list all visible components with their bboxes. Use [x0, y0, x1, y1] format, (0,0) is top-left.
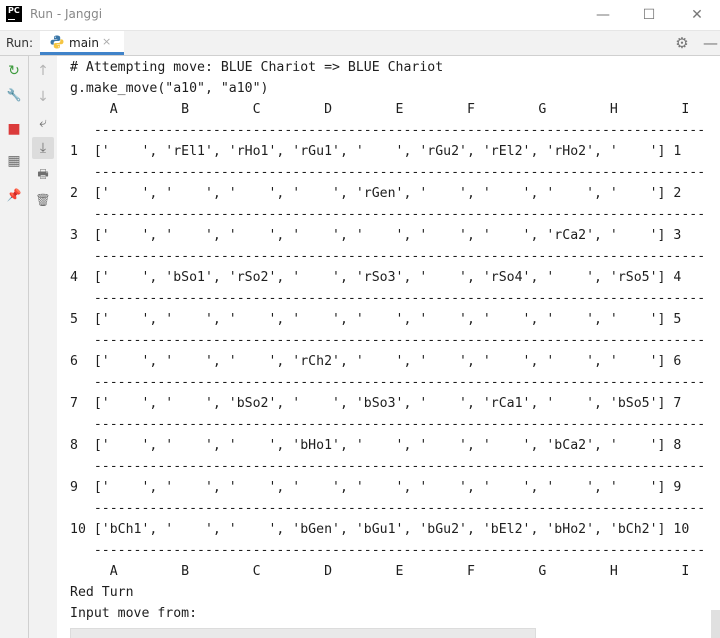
console-line: # Attempting move: BLUE Chariot => BLUE … — [70, 60, 444, 75]
console-input[interactable] — [70, 628, 536, 638]
run-tab-bar: Run: main × ⚙ — — [0, 31, 720, 56]
run-toolbar-secondary: ↑ ↓ ⤶ ⤓ 🖶 🗑 — [29, 56, 57, 638]
console-line: 8 [' ', ' ', ' ', 'bHo1', ' ', ' ', ' ',… — [70, 438, 682, 453]
console-scrollbar[interactable] — [711, 610, 720, 638]
console-line: 9 [' ', ' ', ' ', ' ', ' ', ' ', ' ', ' … — [70, 480, 682, 495]
window-title: Run - Janggi — [30, 7, 103, 21]
console-line: ----------------------------------------… — [70, 333, 706, 348]
settings-gear-icon[interactable]: ⚙ — [673, 34, 691, 52]
stop-icon[interactable]: ■ — [3, 118, 25, 140]
title-bar: PC Run - Janggi — ☐ ✕ — [0, 0, 720, 31]
down-arrow-icon[interactable]: ↓ — [32, 86, 54, 108]
console-line: 7 [' ', ' ', 'bSo2', ' ', 'bSo3', ' ', '… — [70, 396, 682, 411]
console-line: ----------------------------------------… — [70, 375, 706, 390]
console-line: 5 [' ', ' ', ' ', ' ', ' ', ' ', ' ', ' … — [70, 312, 682, 327]
console-text: # Attempting move: BLUE Chariot => BLUE … — [70, 57, 705, 624]
up-arrow-icon[interactable]: ↑ — [32, 60, 54, 82]
console-line: ----------------------------------------… — [70, 123, 706, 138]
console-line: ----------------------------------------… — [70, 501, 706, 516]
run-label: Run: — [6, 36, 34, 50]
console-line: Input move from: — [70, 606, 198, 621]
console-line: 2 [' ', ' ', ' ', ' ', 'rGen', ' ', ' ',… — [70, 186, 682, 201]
trash-icon[interactable]: 🗑 — [32, 189, 54, 211]
layout-icon[interactable]: ▦ — [3, 150, 25, 172]
maximize-button[interactable]: ☐ — [634, 4, 664, 26]
run-toolbar-primary: ↻ 🔧 ■ ▦ 📌 — [0, 56, 29, 638]
tab-main[interactable]: main × — [40, 31, 124, 55]
console-output[interactable]: # Attempting move: BLUE Chariot => BLUE … — [58, 56, 710, 638]
pin-icon[interactable]: 📌 — [3, 184, 25, 206]
minimize-button[interactable]: — — [588, 4, 618, 26]
console-line: 3 [' ', ' ', ' ', ' ', ' ', ' ', ' ', 'r… — [70, 228, 682, 243]
tab-close-icon[interactable]: × — [102, 35, 111, 48]
console-line: 4 [' ', 'bSo1', 'rSo2', ' ', 'rSo3', ' '… — [70, 270, 682, 285]
console-line: ----------------------------------------… — [70, 249, 706, 264]
console-line: ----------------------------------------… — [70, 417, 706, 432]
console-line: ----------------------------------------… — [70, 459, 706, 474]
tab-main-label: main — [69, 36, 99, 50]
print-icon[interactable]: 🖶 — [32, 163, 54, 185]
wrench-icon[interactable]: 🔧 — [3, 84, 25, 106]
console-line: ----------------------------------------… — [70, 207, 706, 222]
console-line: 6 [' ', ' ', ' ', 'rCh2', ' ', ' ', ' ',… — [70, 354, 682, 369]
console-line: ----------------------------------------… — [70, 291, 706, 306]
console-line: ----------------------------------------… — [70, 543, 706, 558]
console-line: g.make_move("a10", "a10") — [70, 81, 269, 96]
console-line: 1 [' ', 'rEl1', 'rHo1', 'rGu1', ' ', 'rG… — [70, 144, 682, 159]
soft-wrap-icon[interactable]: ⤶ — [32, 112, 54, 134]
close-button[interactable]: ✕ — [682, 4, 712, 26]
hide-panel-icon[interactable]: — — [703, 34, 718, 52]
console-line: 10 ['bCh1', ' ', ' ', 'bGen', 'bGu1', 'b… — [70, 522, 690, 537]
rerun-icon[interactable]: ↻ — [3, 60, 25, 82]
scroll-to-end-icon[interactable]: ⤓ — [32, 137, 54, 159]
python-icon — [50, 35, 64, 49]
console-line: Red Turn — [70, 585, 134, 600]
console-line: ----------------------------------------… — [70, 165, 706, 180]
console-line: A B C D E F G H I — [70, 564, 690, 579]
pycharm-logo-icon: PC — [6, 6, 22, 22]
console-line: A B C D E F G H I — [70, 102, 690, 117]
